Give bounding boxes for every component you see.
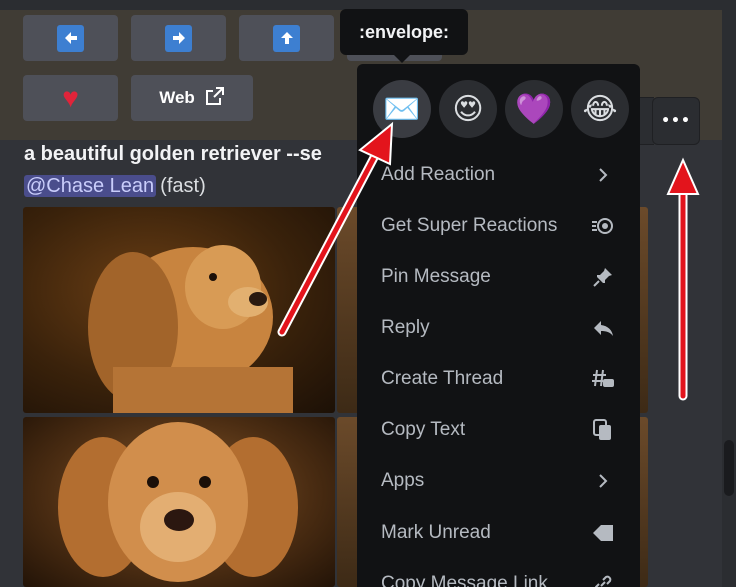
purple-heart-icon: 💜 <box>515 91 553 127</box>
reaction-purple-heart[interactable]: 💜 <box>505 80 563 138</box>
menu-item-pin-message[interactable]: Pin Message <box>365 255 632 299</box>
menu-item-label: Add Reaction <box>381 164 496 185</box>
super-reaction-icon <box>590 216 616 236</box>
menu-item-reply[interactable]: Reply <box>365 306 632 350</box>
scrollbar[interactable] <box>722 10 736 587</box>
menu-item-label: Apps <box>381 470 425 491</box>
reaction-heart-eyes[interactable]: 😍 <box>439 80 497 138</box>
envelope-icon: ✉️ <box>383 91 421 127</box>
reaction-envelope[interactable]: ✉️ <box>373 80 431 138</box>
chevron-right-icon <box>590 167 616 183</box>
more-options-button[interactable]: ••• <box>652 97 700 145</box>
menu-item-apps[interactable]: Apps <box>365 459 632 503</box>
menu-item-create-thread[interactable]: Create Thread <box>365 357 632 401</box>
menu-item-copy-message-link[interactable]: Copy Message Link <box>365 562 632 587</box>
heart-icon: ♥ <box>62 82 79 113</box>
menu-item-label: Get Super Reactions <box>381 215 558 236</box>
mention-line: @Chase Lean (fast) <box>24 175 206 198</box>
menu-item-label: Create Thread <box>381 368 504 389</box>
emoji-tooltip: :envelope: <box>340 9 468 63</box>
arrow-up-icon <box>273 24 300 52</box>
speed-label: (fast) <box>160 175 206 197</box>
menu-item-mark-unread[interactable]: Mark Unread <box>365 511 632 555</box>
web-button-label: Web <box>159 88 195 107</box>
annotation-arrow-to-more <box>666 157 700 401</box>
arrow-right-button[interactable] <box>131 15 226 61</box>
menu-item-label: Pin Message <box>381 266 491 287</box>
joy-icon: 😂 <box>582 91 618 127</box>
arrow-left-button[interactable] <box>23 15 118 61</box>
user-mention[interactable]: @Chase Lean <box>24 175 157 197</box>
dog-image-1[interactable] <box>23 207 335 413</box>
menu-item-add-reaction[interactable]: Add Reaction <box>365 153 632 197</box>
mark-unread-icon <box>590 523 616 543</box>
menu-item-label: Mark Unread <box>381 522 491 543</box>
message-context-menu: ✉️ 😍 💜 😂 Add Reaction Get Super Reaction… <box>357 64 640 587</box>
arrow-right-icon <box>165 24 192 52</box>
scrollbar-thumb[interactable] <box>724 440 734 496</box>
menu-item-copy-text[interactable]: Copy Text <box>365 408 632 452</box>
external-link-icon <box>205 86 225 111</box>
menu-item-super-reactions[interactable]: Get Super Reactions <box>365 204 632 248</box>
dog-image-3[interactable] <box>23 417 335 587</box>
menu-item-label: Copy Text <box>381 419 466 440</box>
tooltip-text: :envelope: <box>358 21 450 42</box>
arrow-up-button[interactable] <box>239 15 334 61</box>
reaction-joy[interactable]: 😂 <box>571 80 629 138</box>
menu-item-label: Reply <box>381 317 430 338</box>
chevron-right-icon <box>590 473 616 489</box>
prompt-text: a beautiful golden retriever --se <box>24 143 322 165</box>
pin-icon <box>590 267 616 287</box>
heart-button[interactable]: ♥ <box>23 75 118 121</box>
web-button[interactable]: Web <box>131 75 253 121</box>
menu-item-label: Copy Message Link <box>381 573 548 587</box>
heart-eyes-icon: 😍 <box>452 91 484 127</box>
reply-icon <box>590 319 616 337</box>
more-icon: ••• <box>661 113 691 129</box>
quick-reactions: ✉️ 😍 💜 😂 <box>373 80 629 138</box>
arrow-left-icon <box>57 24 84 52</box>
copy-icon <box>590 419 616 441</box>
thread-icon <box>590 368 616 390</box>
link-icon <box>590 573 616 587</box>
